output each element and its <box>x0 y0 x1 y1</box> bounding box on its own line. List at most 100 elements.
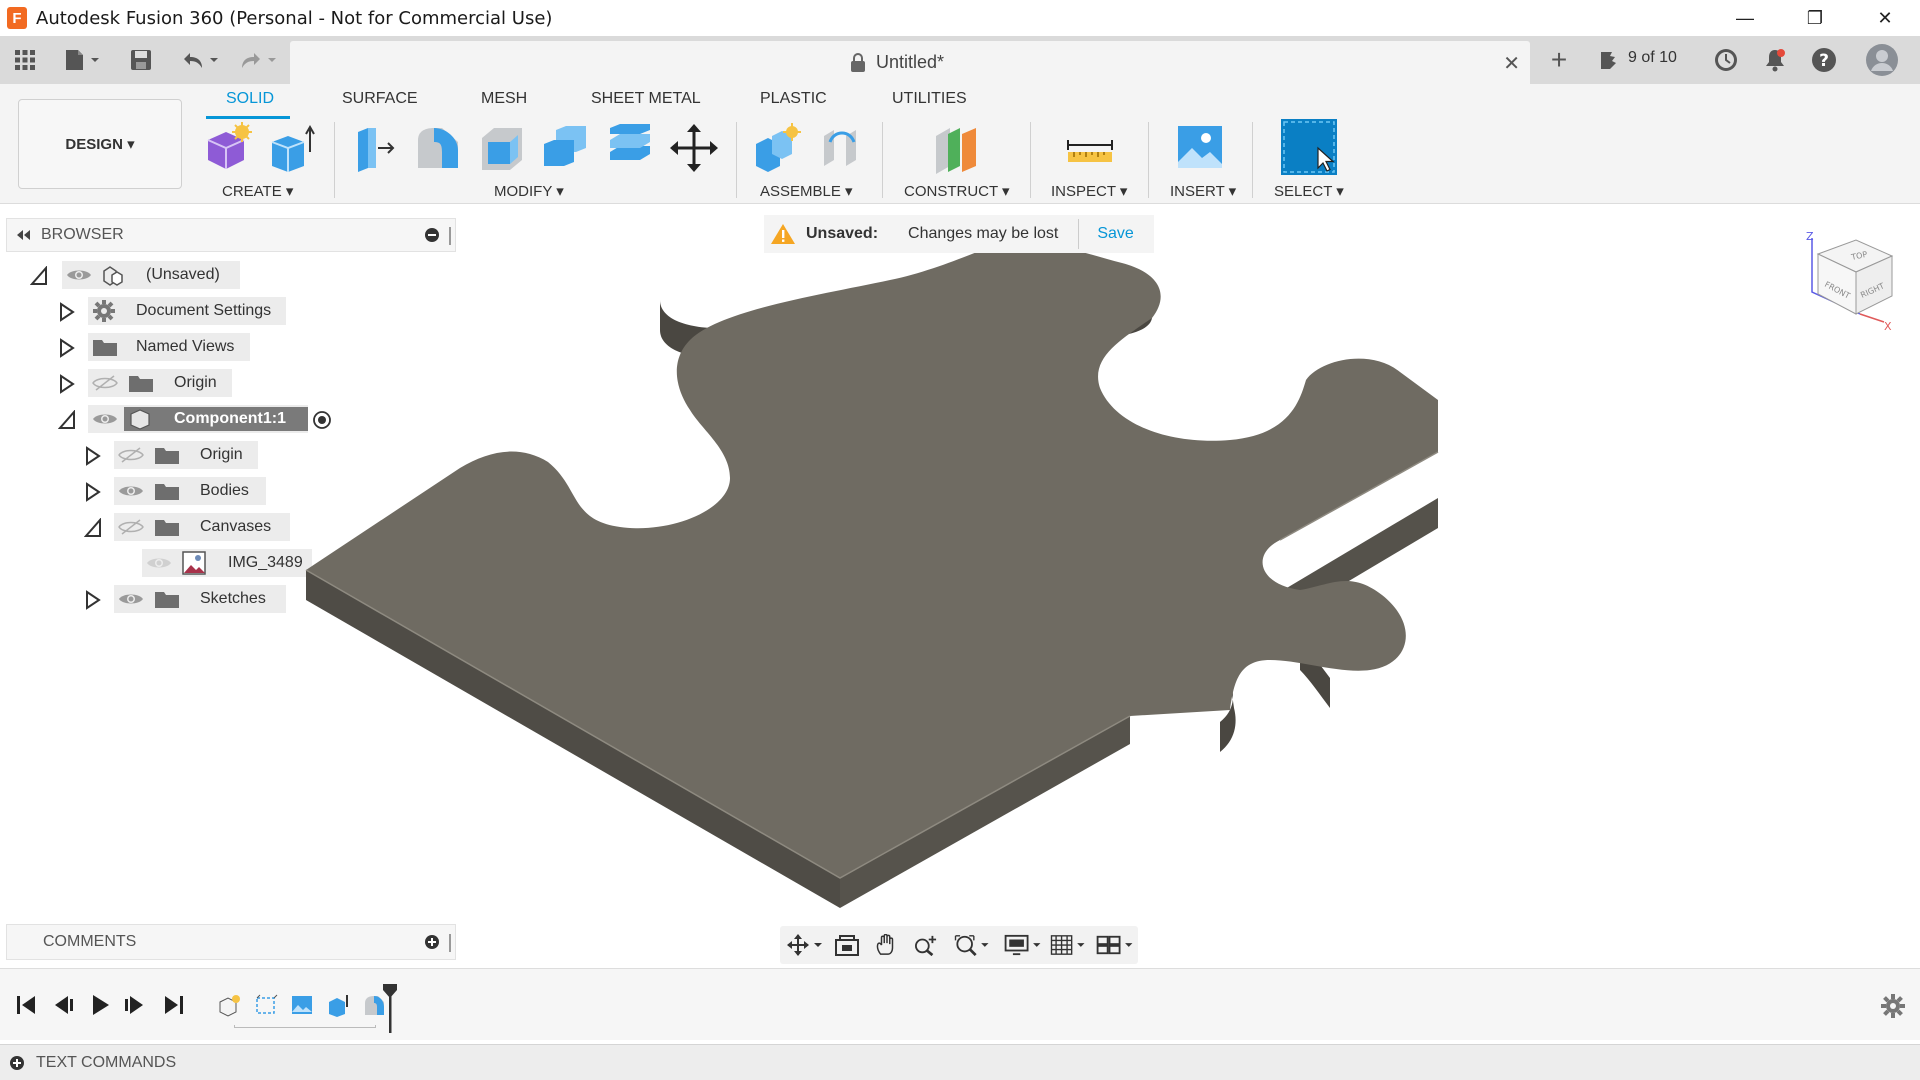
play-icon[interactable] <box>88 993 112 1017</box>
tab-solid[interactable]: SOLID <box>226 90 274 108</box>
jobs-status-icon[interactable] <box>1596 45 1624 75</box>
step-forward-icon[interactable] <box>124 993 148 1017</box>
timeline-sketch-feature-icon[interactable] <box>254 993 278 1017</box>
fillet-icon[interactable] <box>412 122 464 174</box>
collapsed-triangle-icon[interactable] <box>84 590 102 610</box>
view-cube[interactable]: Z X TOP FRONT RIGHT <box>1800 230 1900 340</box>
save-icon[interactable] <box>128 45 154 75</box>
inspect-group-label[interactable]: INSPECT ▾ <box>1051 182 1127 200</box>
new-assembly-component-icon[interactable] <box>752 122 804 174</box>
joint-icon[interactable] <box>816 122 868 174</box>
go-to-end-icon[interactable] <box>162 993 186 1017</box>
tree-item-component[interactable]: Component1:1 <box>88 405 308 433</box>
save-link[interactable]: Save <box>1097 225 1133 243</box>
tab-mesh[interactable]: MESH <box>481 90 527 108</box>
timeline-component-feature-icon[interactable] <box>218 993 242 1017</box>
tab-close-icon[interactable]: ✕ <box>1503 51 1520 76</box>
insert-group-label[interactable]: INSERT ▾ <box>1170 182 1236 200</box>
timeline-settings-gear-icon[interactable] <box>1880 993 1906 1019</box>
text-commands-bar[interactable]: TEXT COMMANDS <box>0 1044 1920 1080</box>
tree-item-component-origin[interactable]: Origin <box>114 441 258 469</box>
minimize-button[interactable]: — <box>1710 0 1780 36</box>
select-group-label[interactable]: SELECT ▾ <box>1274 182 1344 200</box>
step-back-icon[interactable] <box>50 993 74 1017</box>
collapsed-triangle-icon[interactable] <box>58 374 76 394</box>
file-menu-icon[interactable] <box>62 45 102 75</box>
hidden-eye-icon[interactable] <box>118 519 144 535</box>
go-to-start-icon[interactable] <box>14 993 38 1017</box>
new-component-icon[interactable] <box>202 122 254 174</box>
collapse-browser-icon[interactable] <box>15 229 31 241</box>
visibility-eye-icon[interactable] <box>118 483 144 499</box>
timeline-extrude-feature-icon[interactable] <box>326 993 350 1017</box>
offset-face-icon[interactable] <box>604 122 656 174</box>
hidden-eye-icon[interactable] <box>92 375 118 391</box>
tree-root-node[interactable]: (Unsaved) <box>62 261 240 289</box>
expand-text-commands-icon[interactable] <box>10 1055 24 1070</box>
expanded-triangle-icon[interactable] <box>84 518 102 538</box>
collapsed-triangle-icon[interactable] <box>84 446 102 466</box>
collapsed-triangle-icon[interactable] <box>58 302 76 322</box>
look-at-icon[interactable] <box>834 934 860 956</box>
combine-icon[interactable] <box>540 122 592 174</box>
tree-item-named-views[interactable]: Named Views <box>88 333 250 361</box>
press-pull-icon[interactable] <box>348 122 400 174</box>
tree-item-canvas-image[interactable]: IMG_3489 <box>142 549 312 577</box>
undo-icon[interactable] <box>178 45 222 75</box>
zoom-icon[interactable] <box>912 934 940 956</box>
user-avatar[interactable] <box>1864 44 1900 76</box>
notifications-icon[interactable] <box>1762 45 1788 75</box>
collapsed-triangle-icon[interactable] <box>84 482 102 502</box>
timeline-canvas-feature-icon[interactable] <box>290 993 314 1017</box>
tree-item-origin[interactable]: Origin <box>88 369 232 397</box>
move-copy-icon[interactable] <box>668 122 720 174</box>
collapsed-triangle-icon[interactable] <box>58 338 76 358</box>
redo-icon[interactable] <box>236 45 280 75</box>
document-tab[interactable]: Untitled* ✕ <box>290 41 1530 84</box>
construct-group-label[interactable]: CONSTRUCT ▾ <box>904 182 1010 200</box>
expanded-triangle-icon[interactable] <box>30 266 48 286</box>
assemble-group-label[interactable]: ASSEMBLE ▾ <box>760 182 853 200</box>
help-icon[interactable]: ? <box>1810 45 1838 75</box>
modify-group-label[interactable]: MODIFY ▾ <box>494 182 564 200</box>
tab-sheet-metal[interactable]: SHEET METAL <box>591 90 701 108</box>
display-settings-icon[interactable] <box>1002 934 1044 956</box>
measure-icon[interactable] <box>1064 122 1116 174</box>
extrude-icon[interactable] <box>266 122 318 174</box>
tree-item-canvases[interactable]: Canvases <box>114 513 290 541</box>
puzzle-piece-model[interactable] <box>290 240 1470 920</box>
shell-icon[interactable] <box>476 122 528 174</box>
close-button[interactable]: ✕ <box>1850 0 1920 36</box>
tree-item-sketches[interactable]: Sketches <box>114 585 286 613</box>
workspace-switcher[interactable]: DESIGN ▾ <box>18 99 182 189</box>
create-group-label[interactable]: CREATE ▾ <box>222 182 293 200</box>
visibility-eye-icon[interactable] <box>146 555 172 571</box>
expanded-triangle-icon[interactable] <box>58 410 76 430</box>
select-icon[interactable] <box>1280 118 1338 176</box>
tab-count[interactable]: 9 of 10 <box>1628 49 1677 67</box>
panel-grip[interactable] <box>449 934 451 952</box>
viewports-icon[interactable] <box>1094 934 1136 956</box>
data-panel-grid-icon[interactable] <box>12 45 38 75</box>
tab-surface[interactable]: SURFACE <box>342 90 418 108</box>
insert-canvas-icon[interactable] <box>1174 122 1226 174</box>
visibility-eye-icon[interactable] <box>92 411 118 427</box>
hidden-eye-icon[interactable] <box>118 447 144 463</box>
tab-utilities[interactable]: UTILITIES <box>892 90 967 108</box>
comments-panel-header[interactable]: COMMENTS <box>6 924 456 960</box>
tab-plastic[interactable]: PLASTIC <box>760 90 827 108</box>
orbit-icon[interactable] <box>786 934 826 956</box>
tree-item-document-settings[interactable]: Document Settings <box>88 297 286 325</box>
add-comment-icon[interactable] <box>425 935 439 949</box>
grid-settings-icon[interactable] <box>1048 934 1088 956</box>
visibility-eye-icon[interactable] <box>118 591 144 607</box>
tree-item-bodies[interactable]: Bodies <box>114 477 266 505</box>
fit-icon[interactable] <box>952 934 992 956</box>
pan-hand-icon[interactable] <box>874 934 900 956</box>
timeline-marker[interactable] <box>382 983 398 1033</box>
offset-plane-icon[interactable] <box>930 122 982 174</box>
clock-icon[interactable] <box>1712 45 1740 75</box>
new-tab-button[interactable]: + <box>1544 44 1574 75</box>
visibility-eye-icon[interactable] <box>66 267 92 283</box>
restore-button[interactable]: ❐ <box>1780 0 1850 36</box>
